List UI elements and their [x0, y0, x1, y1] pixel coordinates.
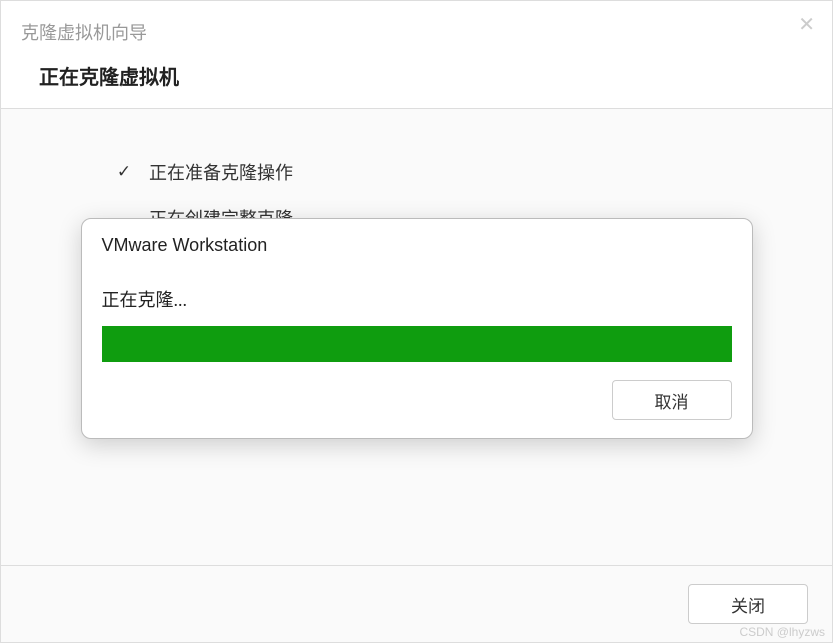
dialog-title: VMware Workstation [102, 235, 732, 256]
dialog-actions: 取消 [102, 380, 732, 420]
watermark: CSDN @lhyzws [739, 625, 825, 639]
modal-overlay: VMware Workstation 正在克隆... 取消 [0, 0, 833, 643]
cancel-button[interactable]: 取消 [612, 380, 732, 420]
progress-bar [102, 326, 732, 362]
dialog-status: 正在克隆... [102, 286, 732, 312]
progress-dialog: VMware Workstation 正在克隆... 取消 [81, 218, 753, 439]
